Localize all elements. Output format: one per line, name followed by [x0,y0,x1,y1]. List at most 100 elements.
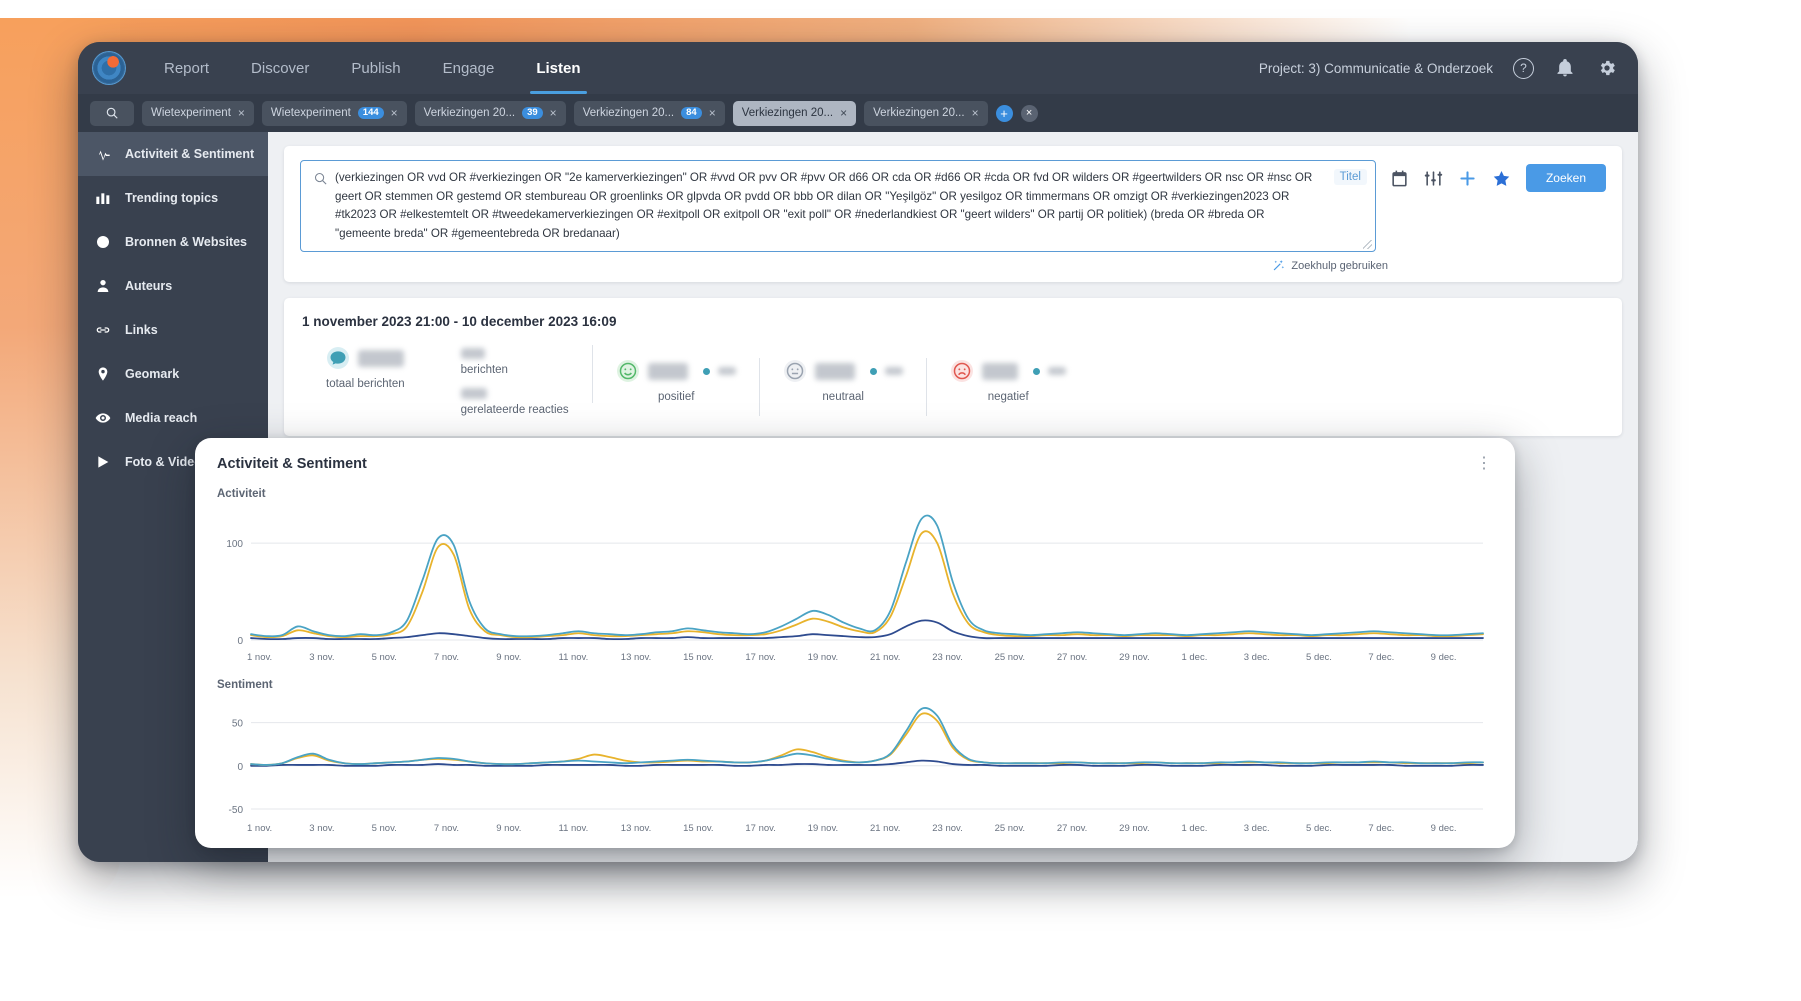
x-tick-label: 21 nov. [869,823,901,834]
add-tab-button[interactable]: + [995,104,1013,122]
x-tick-label: 5 nov. [371,652,397,663]
metric-neutraal-delta [869,367,903,375]
sidebar-item-label: Media reach [125,411,198,425]
tab-label: Wietexperiment [270,107,351,119]
top-navigation-right: Project: 3) Communicatie & Onderzoek ? [1259,57,1618,79]
search-query-box[interactable]: (verkiezingen OR vvd OR #verkiezingen OR… [300,160,1376,252]
smiley-neutral-icon [783,360,806,382]
x-tick-label: 11 nov. [558,823,589,834]
tab-verkiezingen-4[interactable]: Verkiezingen 20... × [864,100,988,126]
sidebar-item-bronnen-websites[interactable]: Bronnen & Websites [78,220,268,264]
search-help-link[interactable]: Zoekhulp gebruiken [300,259,1606,272]
more-vertical-icon[interactable]: ⋮ [1476,456,1493,472]
metric-positief-delta-value [717,367,736,375]
activiteit-x-axis: 1 nov. 3 nov. 5 nov. 7 nov. 9 nov. 11 nov. 13 … [217,652,1493,663]
delta-dot-icon [1032,367,1040,375]
x-tick-label: 1 nov. [247,823,273,834]
x-tick-label: 13 nov. [620,652,652,663]
search-query-input[interactable]: (verkiezingen OR vvd OR #verkiezingen OR… [335,169,1365,243]
metric-neutraal-group: neutraal [760,358,927,416]
chart-panel-header: Activiteit & Sentiment ⋮ [217,456,1493,473]
sidebar-item-label: Auteurs [125,279,173,293]
x-tick-label: 17 nov. [745,823,776,834]
metric-positief-value [647,362,688,380]
close-icon[interactable]: × [709,107,716,119]
calendar-icon[interactable] [1390,168,1410,188]
x-tick-label: 3 dec. [1243,823,1270,834]
x-tick-label: 1 nov. [247,652,273,663]
sidebar-item-media-reach[interactable]: Media reach [78,396,268,440]
nav-item-discover[interactable]: Discover [231,42,329,94]
metric-total-top [326,347,404,369]
star-icon[interactable] [1492,168,1512,188]
metric-positief-delta [702,367,736,375]
tab-verkiezingen-2[interactable]: Verkiezingen 20... 84 × [573,100,725,126]
x-tick-label: 9 nov. [496,652,522,663]
sidebar-item-geomark[interactable]: Geomark [78,352,268,396]
sliders-icon[interactable] [1424,168,1444,188]
x-tick-label: 23 nov. [932,823,963,834]
brand-logo-icon[interactable] [92,51,126,85]
bell-icon[interactable] [1554,57,1576,79]
tab-label: Verkiezingen 20... [741,107,834,119]
titel-chip[interactable]: Titel [1333,169,1367,185]
metric-neutraal-label: neutraal [822,391,864,403]
sidebar-item-links[interactable]: Links [78,308,268,352]
x-tick-label: 29 nov. [1119,652,1150,663]
tab-label: Verkiezingen 20... [423,107,516,119]
metric-negatief-label: negatief [987,391,1029,403]
svg-text:0: 0 [237,762,243,773]
nav-item-listen[interactable]: Listen [516,42,600,94]
metric-neutraal-delta-value [884,367,903,375]
smiley-sad-icon [950,360,973,382]
metrics-card: 1 november 2023 21:00 - 10 december 2023… [284,298,1622,436]
nav-item-engage[interactable]: Engage [423,42,515,94]
gear-icon[interactable] [1596,57,1618,79]
x-tick-label: 15 nov. [683,652,714,663]
x-tick-label: 3 nov. [309,652,335,663]
sidebar-item-activiteit-sentiment[interactable]: Activiteit & Sentiment [78,132,268,176]
close-all-tabs-button[interactable]: × [1020,104,1038,122]
chart-section-label-sentiment: Sentiment [217,679,273,691]
close-icon[interactable]: × [550,107,557,119]
sidebar-item-label: Trending topics [125,191,219,205]
sentiment-chart: -50 0 50 [217,691,1493,821]
close-icon[interactable]: × [840,107,847,119]
search-submit-button[interactable]: Zoeken [1525,164,1606,192]
search-help-label: Zoekhulp gebruiken [1291,259,1388,272]
nav-item-publish[interactable]: Publish [331,42,420,94]
top-navigation-bar: Report Discover Publish Engage Listen Pr… [78,42,1638,94]
project-label: Project: 3) Communicatie & Onderzoek [1258,60,1493,76]
sidebar-item-label: Links [125,323,158,337]
close-icon[interactable]: × [972,107,979,119]
resize-handle[interactable] [1362,240,1372,249]
smiley-happy-icon [616,360,639,382]
sidebar-item-auteurs[interactable]: Auteurs [78,264,268,308]
primary-nav: Report Discover Publish Engage Listen [144,42,601,94]
metric-positief-label: positief [657,391,695,403]
metric-breakdown-berichten [460,348,569,359]
tab-verkiezingen-3-active[interactable]: Verkiezingen 20... × [732,100,857,126]
tab-badge: 144 [357,106,384,120]
metric-total-label: totaal berichten [326,378,405,390]
tab-wietexperiment-2[interactable]: Wietexperiment 144 × [261,100,407,126]
chart-panel-title: Activiteit & Sentiment [217,456,367,472]
metric-negatief-value [981,362,1018,380]
close-icon[interactable]: × [238,107,245,119]
x-tick-label: 9 dec. [1430,823,1457,834]
help-icon[interactable]: ? [1513,57,1534,79]
x-tick-label: 5 dec. [1306,823,1332,834]
plus-icon[interactable] [1458,168,1478,188]
tab-label: Verkiezingen 20... [873,107,965,119]
bar-chart-icon [94,190,111,207]
sidebar-item-label: Foto & Video [125,455,202,469]
x-tick-label: 7 nov. [433,652,460,663]
tab-verkiezingen-1[interactable]: Verkiezingen 20... 39 × [414,100,566,126]
x-tick-label: 17 nov. [745,652,776,663]
nav-item-report[interactable]: Report [144,42,229,94]
tab-wietexperiment-1[interactable]: Wietexperiment × [142,100,254,126]
tab-search-button[interactable] [90,100,134,126]
close-icon[interactable]: × [391,107,398,119]
sidebar-item-trending-topics[interactable]: Trending topics [78,176,268,220]
x-tick-label: 19 nov. [807,652,839,663]
